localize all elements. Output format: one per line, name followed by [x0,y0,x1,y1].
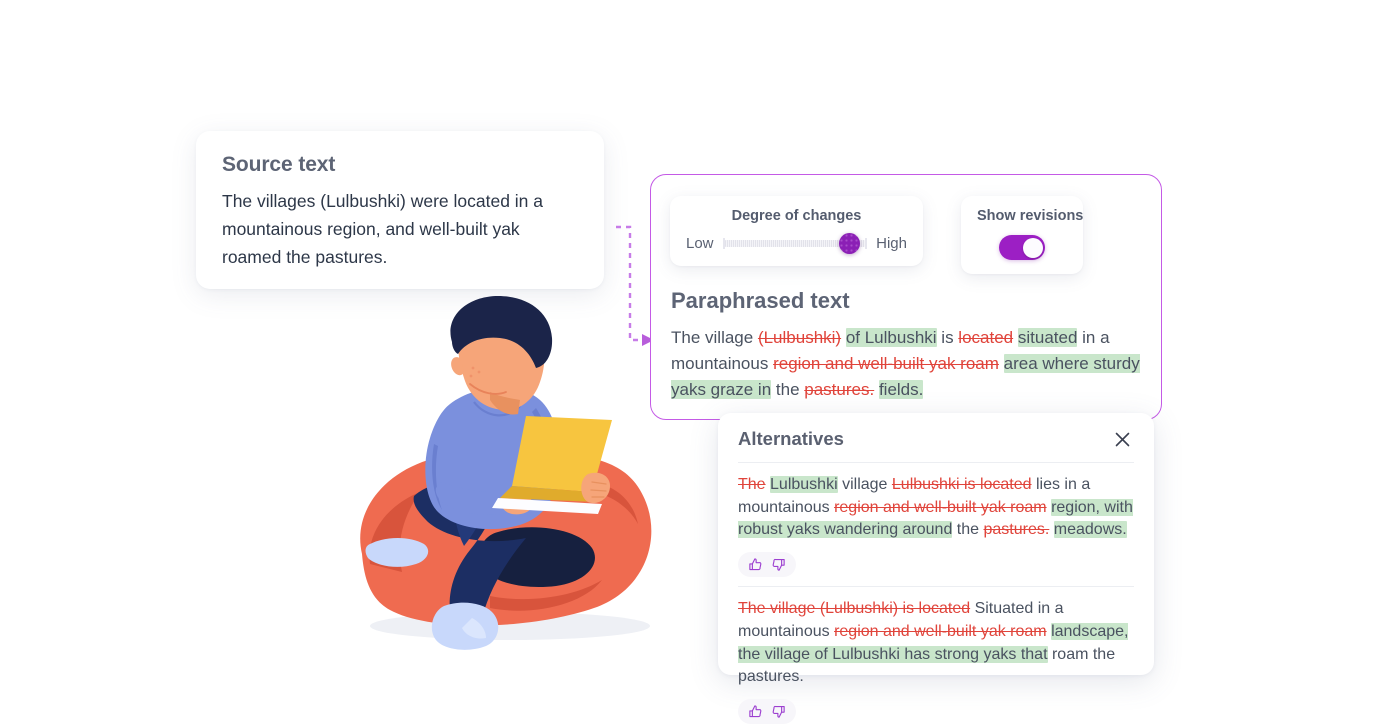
alternative-item[interactable]: The village (Lulbushki) is located Situa… [738,586,1134,725]
thumbs-up-icon[interactable] [746,555,765,574]
degree-of-changes-card: Degree of changes Low High [670,196,923,266]
illustration-svg [360,296,652,650]
deleted-text: The village (Lulbushki) is located [738,600,971,618]
inserted-text: situated [1017,328,1078,347]
source-text-card: Source text The villages (Lulbushki) wer… [196,131,604,289]
deleted-text: The [738,476,766,493]
person-reading-laptop-illustration [340,296,680,664]
deleted-text: (Lulbushki) [757,328,842,347]
alternative-text: The village (Lulbushki) is located Situa… [738,600,1129,686]
deleted-text: pastures. [983,521,1050,539]
source-text-body: The villages (Lulbushki) were located in… [222,191,543,267]
paraphrased-text-body: The village (Lulbushki) of Lulbushki is … [671,328,1140,399]
show-revisions-card: Show revisions [961,196,1083,274]
source-text-title: Source text [222,153,336,176]
close-icon[interactable] [1110,427,1134,451]
alternative-text: The Lulbushki village Lulbushki is locat… [738,476,1133,539]
slider-high-label: High [876,235,907,252]
close-glyph [1115,432,1129,446]
alternatives-list: The Lulbushki village Lulbushki is locat… [738,463,1134,725]
deleted-text: region and well-built yak roam [834,498,1047,516]
deleted-text: region and well-built yak roam [834,622,1047,640]
app-canvas: Source text The villages (Lulbushki) wer… [0,0,1378,726]
paraphrase-panel: Degree of changes Low High Show revision… [650,174,1162,420]
inserted-text: meadows. [1053,521,1127,539]
degree-slider-row: Low High [686,233,907,254]
thumbs-up-icon[interactable] [746,702,765,721]
alternatives-panel: Alternatives The Lulbushki village Lulbu… [718,413,1154,725]
degree-slider-thumb[interactable] [839,233,861,254]
alternative-item[interactable]: The Lulbushki village Lulbushki is locat… [738,463,1134,578]
show-revisions-toggle[interactable] [999,235,1045,260]
controls-row: Degree of changes Low High Show revision… [670,196,1083,274]
slider-low-label: Low [686,235,714,252]
paraphrased-text-title: Paraphrased text [671,288,850,313]
thumbs-down-icon[interactable] [769,702,788,721]
inserted-text: fields. [878,380,924,399]
toggle-knob [1022,237,1043,258]
thumbs-down-icon[interactable] [769,555,788,574]
vote-row [738,552,796,578]
deleted-text: pastures. [804,380,875,399]
deleted-text: located [958,328,1014,347]
degree-of-changes-label: Degree of changes [731,208,862,224]
alternatives-header: Alternatives [738,427,1134,463]
show-revisions-label: Show revisions [977,208,1084,224]
inserted-text: of Lulbushki [845,328,937,347]
inserted-text: Lulbushki [770,476,838,493]
deleted-text: region and well-built yak roam [773,354,999,373]
degree-slider[interactable] [722,233,868,254]
vote-row [738,699,796,725]
deleted-text: Lulbushki is located [891,476,1032,493]
alternatives-title: Alternatives [738,428,844,449]
